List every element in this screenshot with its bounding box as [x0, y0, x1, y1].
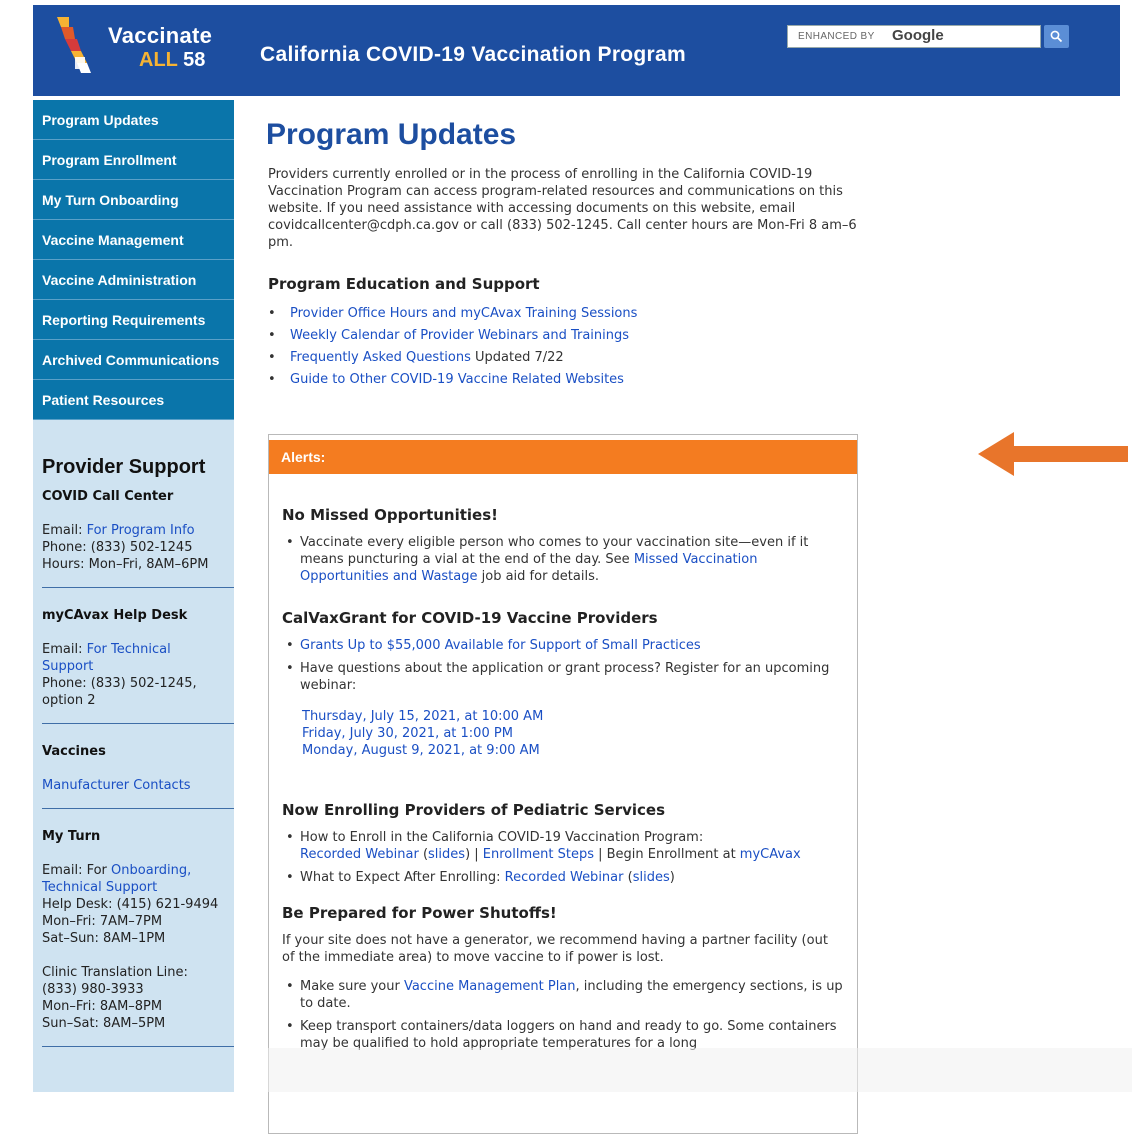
list-item: Have questions about the application or … — [282, 660, 844, 694]
nav-vaccine-administration[interactable]: Vaccine Administration — [33, 260, 234, 300]
alert-title-calvaxgrant: CalVaxGrant for COVID-19 Vaccine Provide… — [282, 609, 658, 627]
my-turn-technical-support-link[interactable]: Technical Support — [42, 880, 157, 895]
search-icon — [1050, 30, 1063, 43]
list-item: Make sure your Vaccine Management Plan, … — [282, 978, 844, 1012]
onboarding-link[interactable]: Onboarding, — [111, 863, 191, 878]
logo-text-all58: ALL 58 — [139, 49, 206, 71]
search-input[interactable]: ENHANCED BY Google — [787, 25, 1041, 48]
california-map-icon — [57, 17, 91, 73]
power-shutoff-text: If your site does not have a generator, … — [282, 933, 828, 965]
alert-title-pediatric: Now Enrolling Providers of Pediatric Ser… — [282, 801, 666, 819]
intro-text: Providers currently enrolled or in the p… — [268, 167, 857, 250]
divider — [42, 1046, 234, 1047]
nav-program-updates[interactable]: Program Updates — [33, 100, 234, 140]
vaccines-title: Vaccines — [42, 744, 106, 759]
vaccinate-all-58-logo[interactable]: Vaccinate ALL 58 — [51, 17, 213, 79]
webinar-date-link[interactable]: Thursday, July 15, 2021, at 10:00 AM — [302, 709, 543, 724]
scroll-fade-overlay — [268, 1048, 1132, 1092]
alert-list: How to Enroll in the California COVID-19… — [282, 829, 844, 886]
faq-link[interactable]: Frequently Asked Questions — [290, 350, 471, 365]
my-turn-info: Email: For Onboarding, Technical Support… — [42, 863, 219, 1031]
search-button[interactable] — [1044, 25, 1069, 48]
alert-list: Vaccinate every eligible person who come… — [282, 534, 844, 585]
mycavax-link[interactable]: myCAvax — [740, 847, 801, 862]
page-title: Program Updates — [266, 118, 517, 151]
main-content: Program Updates Providers currently enro… — [266, 100, 860, 391]
program-info-link[interactable]: For Program Info — [87, 523, 195, 538]
alert-title-power-shutoffs: Be Prepared for Power Shutoffs! — [282, 904, 557, 922]
list-item: What to Expect After Enrolling: Recorded… — [282, 869, 844, 886]
alerts-box: Alerts: No Missed Opportunities! Vaccina… — [268, 434, 858, 1134]
nav-my-turn-onboarding[interactable]: My Turn Onboarding — [33, 180, 234, 220]
help-desk-info: Email: For Technical Support Phone: (833… — [42, 642, 197, 708]
call-center-info: Email: For Program Info Phone: (833) 502… — [42, 523, 209, 572]
nav-patient-resources[interactable]: Patient Resources — [33, 380, 234, 420]
vaccine-management-plan-link[interactable]: Vaccine Management Plan — [404, 979, 576, 994]
nav-vaccine-management[interactable]: Vaccine Management — [33, 220, 234, 260]
divider — [42, 808, 234, 809]
list-item: Grants Up to $55,000 Available for Suppo… — [282, 637, 844, 654]
list-item: Keep transport containers/data loggers o… — [282, 1018, 844, 1052]
education-links: Provider Office Hours and myCAvax Traini… — [268, 303, 860, 391]
list-item: Guide to Other COVID-19 Vaccine Related … — [268, 369, 860, 391]
education-support-title: Program Education and Support — [268, 275, 540, 293]
site-header: Vaccinate ALL 58 California COVID-19 Vac… — [33, 5, 1120, 96]
site-title[interactable]: California COVID-19 Vaccination Program — [260, 43, 686, 67]
webinar-date-link[interactable]: Monday, August 9, 2021, at 9:00 AM — [302, 743, 540, 758]
list-item: Vaccinate every eligible person who come… — [282, 534, 844, 585]
vaccines-info: Manufacturer Contacts — [42, 777, 225, 794]
sidebar: Program Updates Program Enrollment My Tu… — [33, 100, 234, 1092]
list-item: Frequently Asked Questions Updated 7/22 — [268, 347, 860, 369]
search-google-label: Google — [892, 27, 944, 44]
alerts-header: Alerts: — [269, 440, 857, 474]
list-item: Weekly Calendar of Provider Webinars and… — [268, 325, 860, 347]
divider — [42, 723, 234, 724]
webinar-date-link[interactable]: Friday, July 30, 2021, at 1:00 PM — [302, 726, 513, 741]
nav-program-enrollment[interactable]: Program Enrollment — [33, 140, 234, 180]
provider-support-panel: Provider Support COVID Call Center Email… — [33, 456, 234, 1047]
weekly-calendar-link[interactable]: Weekly Calendar of Provider Webinars and… — [290, 328, 629, 343]
call-center-title: COVID Call Center — [42, 489, 174, 504]
recorded-webinar-link[interactable]: Recorded Webinar — [300, 847, 419, 862]
provider-support-heading: Provider Support — [42, 456, 206, 478]
alert-list: Make sure your Vaccine Management Plan, … — [282, 978, 844, 1052]
manufacturer-contacts-link[interactable]: Manufacturer Contacts — [42, 778, 191, 793]
other-websites-link[interactable]: Guide to Other COVID-19 Vaccine Related … — [290, 372, 624, 387]
recorded-webinar-link[interactable]: Recorded Webinar — [505, 870, 624, 885]
logo-text-vaccinate: Vaccinate — [108, 23, 213, 48]
nav-reporting-requirements[interactable]: Reporting Requirements — [33, 300, 234, 340]
divider — [42, 587, 234, 588]
annotation-arrow-icon — [978, 432, 1128, 476]
list-item: How to Enroll in the California COVID-19… — [282, 829, 844, 863]
alert-list: Grants Up to $55,000 Available for Suppo… — [282, 637, 844, 694]
faq-updated-note: Updated 7/22 — [470, 350, 564, 365]
search-enhanced-label: ENHANCED BY — [798, 31, 875, 42]
enrollment-steps-link[interactable]: Enrollment Steps — [483, 847, 594, 862]
my-turn-title: My Turn — [42, 829, 101, 844]
webinar-dates: Thursday, July 15, 2021, at 10:00 AM Fri… — [302, 708, 844, 759]
alert-title-missed-opportunities: No Missed Opportunities! — [282, 506, 498, 524]
list-item: Provider Office Hours and myCAvax Traini… — [268, 303, 860, 325]
slides-link[interactable]: slides — [633, 870, 670, 885]
alerts-body: No Missed Opportunities! Vaccinate every… — [269, 506, 857, 1052]
nav-archived-communications[interactable]: Archived Communications — [33, 340, 234, 380]
slides-link[interactable]: slides — [428, 847, 465, 862]
office-hours-link[interactable]: Provider Office Hours and myCAvax Traini… — [290, 306, 637, 321]
grants-link[interactable]: Grants Up to $55,000 Available for Suppo… — [300, 638, 701, 653]
help-desk-title: myCAvax Help Desk — [42, 608, 188, 623]
